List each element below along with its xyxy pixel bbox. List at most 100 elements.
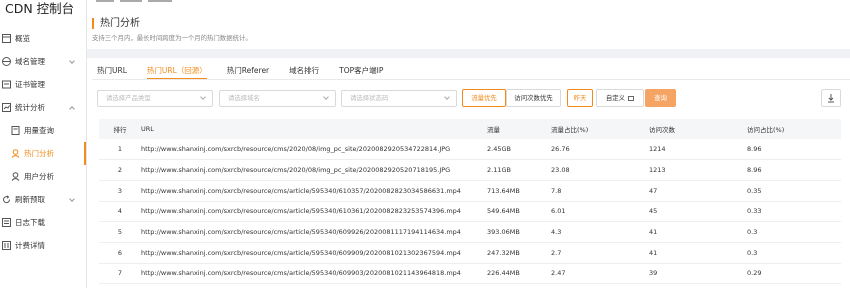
hot-analysis-icon	[11, 149, 20, 158]
yesterday-button[interactable]: 昨天	[567, 89, 593, 107]
cell-traffic-ratio: 2.47	[551, 263, 649, 285]
tab-bar: 热门URL 热门URL（回源） 热门Referer 域名排行 TOP客户端IP	[97, 65, 403, 79]
cell-visits: 41	[649, 221, 747, 243]
cell-rank: 1	[99, 139, 141, 161]
cell-traffic: 549.64MB	[487, 201, 551, 223]
cell-url: http://www.shanxinj.com/sxrcb/resource/c…	[141, 139, 487, 161]
status-code-select[interactable]: 请选择状态码	[341, 90, 457, 107]
domain-select[interactable]: 请选择域名	[219, 90, 336, 107]
cell-visits: 1213	[649, 159, 747, 181]
sidebar-item-label: 刷新预取	[15, 195, 45, 204]
sidebar-item-label: 热门分析	[24, 149, 54, 158]
cell-url: http://www.shanxinj.com/sxrcb/resource/c…	[141, 180, 487, 202]
tab-top-client-ip[interactable]: TOP客户端IP	[339, 65, 383, 79]
cell-visits: 41	[649, 242, 747, 264]
overview-icon	[2, 34, 11, 43]
product-type-select[interactable]: 请选择产品类型	[97, 90, 213, 107]
sidebar-item-user-analysis[interactable]: 用户分析	[0, 165, 86, 188]
table-row: 4 http://www.shanxinj.com/sxrcb/resource…	[99, 201, 841, 223]
cell-traffic: 713.64MB	[487, 180, 551, 202]
domain-icon	[2, 57, 11, 66]
cell-visits: 39	[649, 263, 747, 285]
table-header-row: 排行 URL 流量 流量占比(%) 访问次数 访问占比(%)	[99, 119, 841, 139]
app-title: CDN 控制台	[5, 1, 75, 16]
statistics-icon	[2, 103, 11, 112]
chevron-down-icon	[323, 94, 329, 100]
cell-traffic-ratio: 23.08	[551, 159, 649, 181]
cell-visits-ratio: 0.29	[747, 263, 841, 285]
status-code-placeholder: 请选择状态码	[350, 94, 389, 102]
page-title: 热门分析	[92, 18, 140, 29]
user-analysis-icon	[11, 172, 20, 181]
custom-date-label: 自定义	[605, 94, 626, 102]
cell-url: http://www.shanxinj.com/sxrcb/resource/c…	[141, 201, 487, 223]
section-divider	[87, 49, 850, 58]
sidebar-item-billing-detail[interactable]: 计费详情	[0, 234, 86, 257]
breadcrumb	[96, 0, 196, 4]
cell-visits-ratio: 8.96	[747, 139, 841, 161]
sidebar-item-refresh-prefetch[interactable]: 刷新预取	[0, 188, 86, 211]
cell-traffic: 393.06MB	[487, 221, 551, 243]
cell-visits-ratio: 0.3	[747, 221, 841, 243]
table-row: 6 http://www.shanxinj.com/sxrcb/resource…	[99, 242, 841, 264]
sidebar-item-hot-analysis[interactable]: 热门分析	[0, 142, 86, 165]
app-root: CDN 控制台 概览 域名管理 证书管理 统计分析 用量查询 热门分析 用户分析…	[0, 0, 850, 288]
cell-visits: 45	[649, 201, 747, 223]
cell-visits-ratio: 8.96	[747, 159, 841, 181]
usage-query-icon	[11, 126, 20, 135]
tab-hot-referer[interactable]: 热门Referer	[227, 65, 269, 79]
sidebar-item-domain-management[interactable]: 域名管理	[0, 50, 86, 73]
tab-domain-ranking[interactable]: 域名排行	[289, 65, 319, 79]
cell-rank: 4	[99, 201, 141, 223]
sidebar-item-label: 计费详情	[15, 241, 45, 250]
tab-hot-url[interactable]: 热门URL	[97, 65, 127, 79]
col-url: URL	[141, 119, 487, 139]
tab-hot-url-origin[interactable]: 热门URL（回源）	[146, 65, 207, 79]
cell-url: http://www.shanxinj.com/sxrcb/resource/c…	[141, 159, 487, 181]
cell-rank: 3	[99, 180, 141, 202]
refresh-prefetch-icon	[2, 195, 11, 204]
certificate-icon	[2, 80, 11, 89]
cell-traffic-ratio: 6.01	[551, 201, 649, 223]
cell-traffic: 2.11GB	[487, 159, 551, 181]
col-rank: 排行	[99, 119, 141, 139]
sidebar-item-label: 域名管理	[15, 57, 45, 66]
table-row: 7 http://www.shanxinj.com/sxrcb/resource…	[99, 263, 841, 285]
table-row: 2 http://www.shanxinj.com/sxrcb/resource…	[99, 159, 841, 181]
billing-detail-icon	[2, 241, 11, 250]
traffic-priority-button[interactable]: 流量优先	[462, 89, 506, 107]
cell-traffic-ratio: 2.7	[551, 242, 649, 264]
download-button[interactable]	[821, 89, 841, 107]
chevron-down-icon	[200, 94, 206, 100]
cell-traffic: 226.44MB	[487, 263, 551, 285]
chevron-down-icon	[69, 58, 75, 64]
col-visits-ratio: 访问占比(%)	[747, 119, 841, 139]
tab-underline	[92, 79, 850, 80]
custom-date-button[interactable]: 自定义	[596, 89, 644, 107]
calendar-icon	[628, 95, 635, 101]
cell-url: http://www.shanxinj.com/sxrcb/resource/c…	[141, 263, 487, 285]
col-visits: 访问次数	[649, 119, 747, 139]
cell-visits: 47	[649, 180, 747, 202]
sidebar-item-statistics[interactable]: 统计分析	[0, 96, 86, 119]
sidebar-item-usage-query[interactable]: 用量查询	[0, 119, 86, 142]
page-description: 支持三个月内，最长时间跨度为一个月的热门数据统计。	[92, 34, 252, 42]
sidebar-item-log-download[interactable]: 日志下载	[0, 211, 86, 234]
table-row: 5 http://www.shanxinj.com/sxrcb/resource…	[99, 221, 841, 243]
visits-priority-button[interactable]: 访问次数优先	[506, 89, 561, 107]
query-button[interactable]: 查询	[645, 89, 676, 107]
sidebar-item-overview[interactable]: 概览	[0, 27, 86, 50]
hot-url-table: 排行 URL 流量 流量占比(%) 访问次数 访问占比(%) 1 http://…	[99, 119, 841, 285]
sidebar-item-certificate-management[interactable]: 证书管理	[0, 73, 86, 96]
chevron-down-icon	[69, 196, 75, 202]
active-indicator	[84, 142, 86, 165]
cell-traffic: 247.32MB	[487, 242, 551, 264]
sidebar-item-label: 日志下载	[15, 218, 45, 227]
cell-url: http://www.shanxinj.com/sxrcb/resource/c…	[141, 221, 487, 243]
cell-url: http://www.shanxinj.com/sxrcb/resource/c…	[141, 242, 487, 264]
cell-visits-ratio: 0.3	[747, 242, 841, 264]
cell-traffic-ratio: 7.8	[551, 180, 649, 202]
cell-visits: 1214	[649, 139, 747, 161]
cell-rank: 6	[99, 242, 141, 264]
sidebar: CDN 控制台 概览 域名管理 证书管理 统计分析 用量查询 热门分析 用户分析…	[0, 0, 87, 288]
